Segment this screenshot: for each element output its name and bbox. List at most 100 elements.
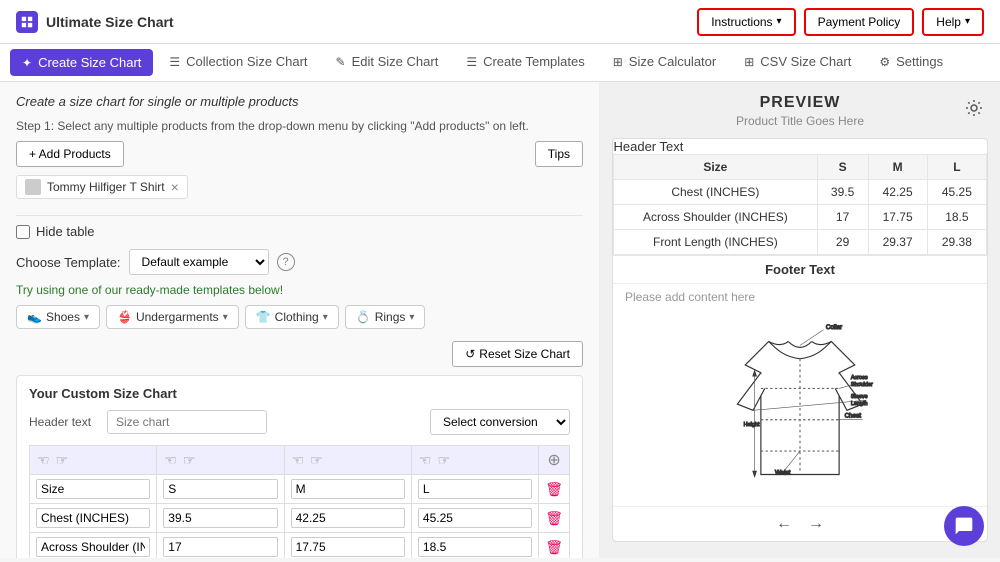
app-logo: Ultimate Size Chart bbox=[16, 11, 174, 33]
cell-input-r2-c0[interactable] bbox=[36, 537, 150, 557]
preview-cell-chest-m: 42.25 bbox=[868, 180, 927, 205]
hide-table-checkbox[interactable] bbox=[16, 225, 30, 239]
clothing-pill[interactable]: 👕 Clothing ▾ bbox=[245, 305, 339, 329]
tab-settings[interactable]: ⚙ Settings bbox=[865, 44, 957, 81]
preview-cell-front-l: 29.38 bbox=[927, 230, 986, 255]
nav-tabs: ✦ Create Size Chart ☰ Collection Size Ch… bbox=[0, 44, 1000, 82]
reset-size-chart-button[interactable]: ↺ Reset Size Chart bbox=[452, 341, 583, 367]
tips-button[interactable]: Tips bbox=[535, 141, 583, 167]
app-title: Ultimate Size Chart bbox=[46, 14, 174, 30]
cell-input-r0-c2[interactable] bbox=[291, 479, 405, 499]
tab-size-calculator[interactable]: ⊞ Size Calculator bbox=[599, 44, 731, 81]
preview-cell-front-s: 29 bbox=[817, 230, 868, 255]
conversion-select[interactable]: Select conversion bbox=[430, 409, 570, 435]
cell-input-r1-c1[interactable] bbox=[163, 508, 277, 528]
col-move-left-1[interactable]: ☜ bbox=[163, 452, 178, 469]
delete-row-2-button[interactable]: 🗑 bbox=[545, 539, 563, 556]
page-subtitle: Create a size chart for single or multip… bbox=[16, 94, 583, 109]
col-move-left-0[interactable]: ☜ bbox=[36, 452, 51, 469]
rings-pill[interactable]: 💍 Rings ▾ bbox=[345, 305, 426, 329]
preview-cell-shoulder-s: 17 bbox=[817, 205, 868, 230]
preview-col-headers: Size S M L bbox=[614, 155, 987, 180]
tab-edit-size-chart[interactable]: ✎ Edit Size Chart bbox=[322, 44, 453, 81]
cell-input-r2-c1[interactable] bbox=[163, 537, 277, 557]
preview-diagram: Collar Across Shoulder Chest Sleeve Leng… bbox=[613, 310, 987, 506]
create-icon: ✦ bbox=[22, 56, 32, 70]
col-move-right-2[interactable]: ☞ bbox=[309, 452, 324, 469]
chat-bubble-button[interactable] bbox=[944, 506, 984, 546]
add-products-button[interactable]: + Add Products bbox=[16, 141, 124, 167]
tab-create-templates[interactable]: ☰ Create Templates bbox=[452, 44, 598, 81]
svg-text:Height: Height bbox=[744, 422, 760, 428]
preview-footer-content: Please add content here bbox=[613, 283, 987, 310]
tab-csv-size-chart[interactable]: ⊞ CSV Size Chart bbox=[730, 44, 865, 81]
header-text-input[interactable] bbox=[107, 410, 267, 434]
reset-row: ↺ Reset Size Chart bbox=[16, 341, 583, 367]
delete-row-1-button[interactable]: 🗑 bbox=[545, 510, 563, 527]
product-tag: Tommy Hilfiger T Shirt × bbox=[16, 175, 188, 199]
cell-input-r1-c3[interactable] bbox=[418, 508, 532, 528]
settings-icon-btn[interactable] bbox=[960, 94, 988, 122]
col-move-right-1[interactable]: ☞ bbox=[182, 452, 197, 469]
cell-input-r0-c0[interactable] bbox=[36, 479, 150, 499]
undergarments-pill[interactable]: 👙 Undergarments ▾ bbox=[106, 305, 239, 329]
templates-icon: ☰ bbox=[466, 55, 477, 69]
chevron-down-icon: ▾ bbox=[223, 312, 228, 323]
instructions-button[interactable]: Instructions ▾ bbox=[697, 8, 795, 36]
preview-nav: ← → bbox=[613, 506, 987, 541]
svg-text:Collar: Collar bbox=[826, 324, 842, 331]
add-column-button[interactable]: ⊕ bbox=[547, 450, 560, 470]
header-actions: Instructions ▾ Payment Policy Help ▾ bbox=[697, 8, 984, 36]
remove-product-button[interactable]: × bbox=[171, 179, 179, 195]
preview-col-size: Size bbox=[614, 155, 818, 180]
help-button[interactable]: Help ▾ bbox=[922, 8, 984, 36]
template-select[interactable]: Default example bbox=[129, 249, 269, 275]
calculator-icon: ⊞ bbox=[613, 55, 623, 69]
svg-text:Length: Length bbox=[851, 401, 868, 407]
payment-policy-button[interactable]: Payment Policy bbox=[804, 8, 915, 36]
shoes-pill[interactable]: 👟 Shoes ▾ bbox=[16, 305, 100, 329]
svg-text:Across: Across bbox=[851, 375, 868, 381]
toolbar-row: + Add Products Tips bbox=[16, 141, 583, 167]
cell-input-r1-c2[interactable] bbox=[291, 508, 405, 528]
collection-icon: ☰ bbox=[169, 55, 180, 69]
cell-input-r1-c0[interactable] bbox=[36, 508, 150, 528]
preview-header-text: Header Text bbox=[614, 139, 987, 155]
col-move-left-3[interactable]: ☜ bbox=[418, 452, 433, 469]
cell-input-r2-c3[interactable] bbox=[418, 537, 532, 557]
table-row: Across Shoulder (INCHES) 17 17.75 18.5 bbox=[614, 205, 987, 230]
preview-row-chest-label: Chest (INCHES) bbox=[614, 180, 818, 205]
col-move-right-3[interactable]: ☞ bbox=[436, 452, 451, 469]
cell-input-r2-c2[interactable] bbox=[291, 537, 405, 557]
main-layout: Create a size chart for single or multip… bbox=[0, 82, 1000, 558]
col-header-2: ☜ ☞ bbox=[284, 446, 411, 475]
edit-icon: ✎ bbox=[336, 55, 346, 69]
preview-product-title: Product Title Goes Here bbox=[612, 114, 988, 128]
cell-input-r0-c3[interactable] bbox=[418, 479, 532, 499]
col-move-left-2[interactable]: ☜ bbox=[291, 452, 306, 469]
preview-cell-shoulder-m: 17.75 bbox=[868, 205, 927, 230]
rings-icon: 💍 bbox=[356, 310, 371, 324]
col-move-right-0[interactable]: ☞ bbox=[55, 452, 70, 469]
tab-create-size-chart[interactable]: ✦ Create Size Chart bbox=[10, 49, 153, 76]
next-page-button[interactable]: → bbox=[808, 515, 824, 533]
table-row: Front Length (INCHES) 29 29.37 29.38 bbox=[614, 230, 987, 255]
tab-collection-size-chart[interactable]: ☰ Collection Size Chart bbox=[155, 44, 321, 81]
template-help-icon[interactable]: ? bbox=[277, 253, 295, 271]
template-pills: 👟 Shoes ▾ 👙 Undergarments ▾ 👕 Clothing ▾… bbox=[16, 305, 583, 329]
svg-text:Sleeve: Sleeve bbox=[851, 394, 868, 400]
preview-cell-chest-l: 45.25 bbox=[927, 180, 986, 205]
add-col-cell: ⊕ bbox=[539, 446, 570, 475]
divider bbox=[16, 215, 583, 216]
settings-icon: ⚙ bbox=[879, 55, 890, 69]
cell-input-r0-c1[interactable] bbox=[163, 479, 277, 499]
chevron-down-icon: ▾ bbox=[84, 312, 89, 323]
app-logo-icon bbox=[16, 11, 38, 33]
preview-cell-shoulder-l: 18.5 bbox=[927, 205, 986, 230]
chevron-down-icon: ▾ bbox=[323, 312, 328, 323]
template-row: Choose Template: Default example ? bbox=[16, 249, 583, 275]
preview-header-row: Header Text bbox=[614, 139, 987, 155]
delete-row-0-button[interactable]: 🗑 bbox=[545, 481, 563, 498]
prev-page-button[interactable]: ← bbox=[776, 515, 792, 533]
preview-cell-front-m: 29.37 bbox=[868, 230, 927, 255]
